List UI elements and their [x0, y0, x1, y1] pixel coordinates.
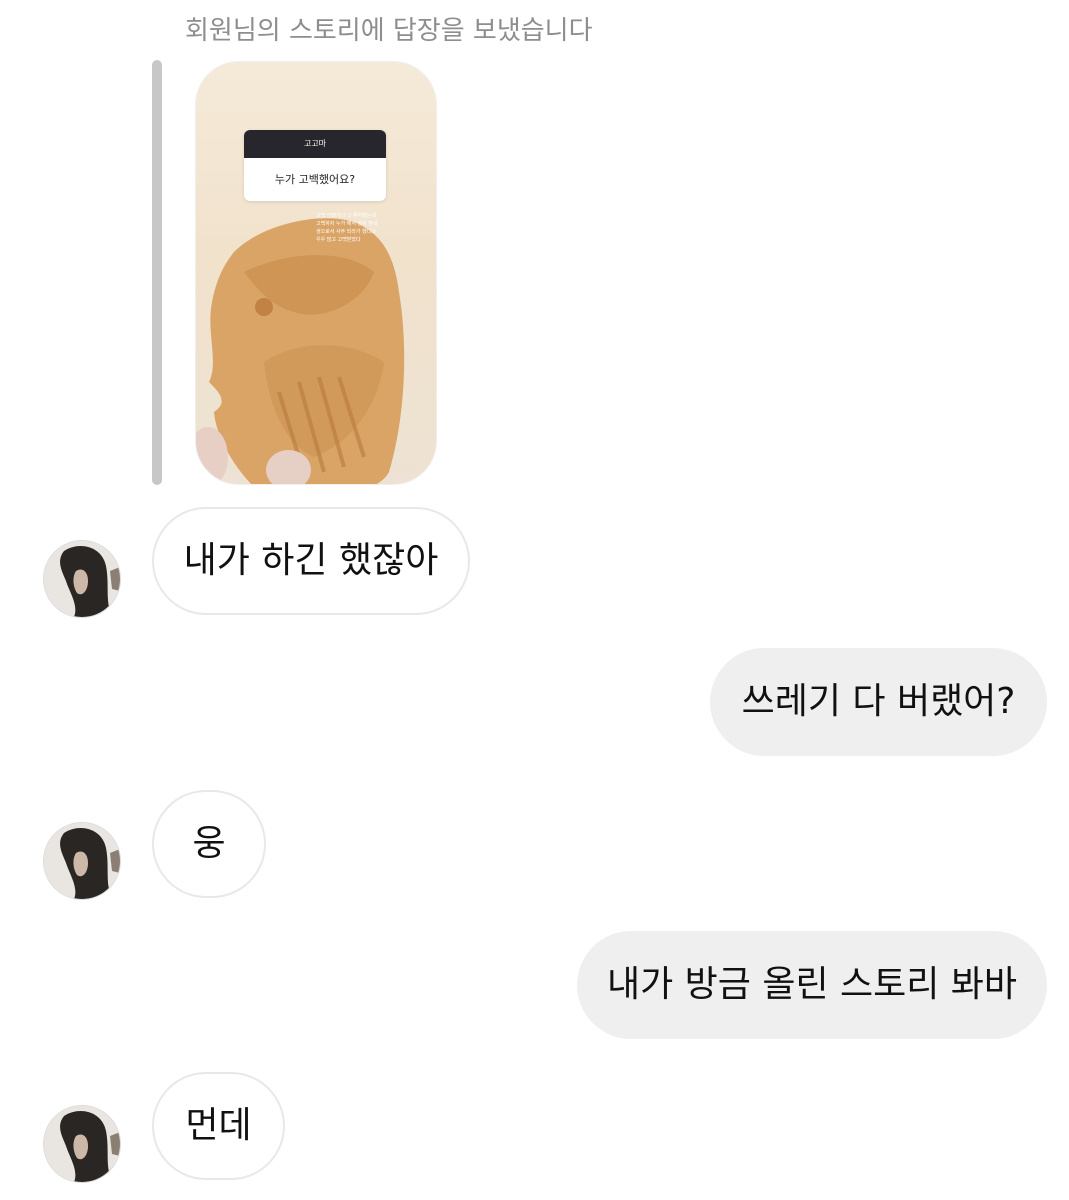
- hand-finger: [266, 450, 311, 484]
- story-answer-line: 생으로서 사주 되라가 했다고: [316, 229, 376, 235]
- message-bubble-outgoing[interactable]: 쓰레기 다 버랬어?: [710, 648, 1047, 756]
- story-answer-line: 고백 안했거나 고 좋아했는데: [316, 213, 376, 219]
- avatar[interactable]: [43, 1105, 121, 1183]
- story-answer-text: 고백 안했거나 고 좋아했는데 고백하자 누가 해서 같이 받네 생으로서 사주…: [316, 212, 411, 244]
- message-bubble-outgoing[interactable]: 내가 방금 올린 스토리 봐바: [577, 931, 1047, 1039]
- reply-quote-bar: [152, 60, 162, 485]
- story-answer-line: 고백하자 누가 해서 같이 받네: [316, 221, 378, 227]
- profile-photo-avatar: [44, 1106, 120, 1182]
- story-answer-line: 우우 많고 고백받았다: [316, 237, 361, 243]
- avatar[interactable]: [43, 822, 121, 900]
- profile-photo-avatar: [44, 541, 120, 617]
- message-bubble-incoming[interactable]: 웅: [152, 790, 266, 898]
- message-bubble-incoming[interactable]: 먼데: [152, 1072, 285, 1180]
- question-sticker: 고고마 누가 고백했어요?: [244, 130, 386, 201]
- reply-caption: 회원님의 스토리에 답장을 보냈습니다: [185, 16, 593, 46]
- story-thumbnail[interactable]: 고고마 누가 고백했어요? 고백 안했거나 고 좋아했는데 고백하자 누가 해서…: [195, 61, 437, 485]
- sticker-title: 고고마: [244, 130, 386, 158]
- taiyaki-image: [209, 218, 405, 484]
- sticker-question: 누가 고백했어요?: [274, 173, 356, 186]
- profile-photo-avatar: [44, 823, 120, 899]
- avatar[interactable]: [43, 540, 121, 618]
- message-bubble-incoming[interactable]: 내가 하긴 했잖아: [152, 507, 470, 615]
